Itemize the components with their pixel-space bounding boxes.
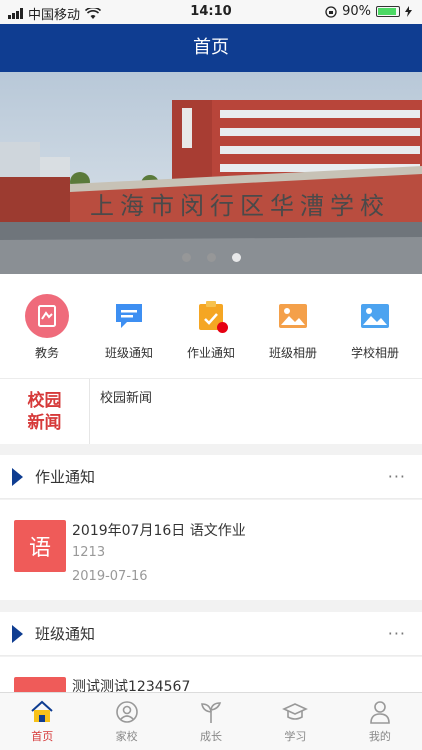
- tab-label: 首页: [31, 730, 54, 743]
- status-bar: 中国移动 14:10 90%: [0, 0, 422, 24]
- new-badge: [217, 322, 228, 333]
- carousel-dot[interactable]: [206, 253, 216, 262]
- logo-line: 新闻: [27, 412, 62, 433]
- section-title: 班级通知: [35, 625, 96, 643]
- tab-growth[interactable]: 成长: [169, 693, 253, 750]
- homework-section-header: 作业通知 ···: [0, 455, 422, 499]
- page-title: 首页: [193, 37, 229, 58]
- sign-text: 上海市闵行区华漕学校: [90, 192, 390, 220]
- logo-line: 校园: [27, 390, 62, 411]
- growth-icon: [201, 702, 222, 723]
- teaching-affairs-icon: [25, 294, 69, 338]
- section-title: 作业通知: [35, 468, 96, 486]
- menu-item-label: 作业通知: [186, 346, 235, 360]
- homework-notice-icon: [189, 294, 233, 338]
- campus-news-text: 校园新闻: [100, 391, 153, 406]
- tab-label: 成长: [200, 730, 223, 743]
- orientation-lock-icon: [325, 5, 337, 18]
- class-notice-section-header: 班级通知 ···: [0, 612, 422, 656]
- item-date: 2019-07-16: [72, 569, 148, 584]
- nav-bar: 首页: [0, 24, 422, 72]
- class-notice-icon: [107, 294, 151, 338]
- menu-item-label: 教务: [34, 346, 59, 360]
- school-gate-photo: 上海市闵行区华漕学校: [0, 72, 422, 274]
- profile-icon: [370, 701, 390, 724]
- item-title: 2019年07月16日 语文作业: [72, 523, 246, 539]
- class-album-icon: [271, 294, 315, 338]
- battery-percent: 90%: [342, 4, 371, 19]
- school-album-icon: [353, 294, 397, 338]
- tab-label: 家校: [115, 730, 138, 743]
- tab-label: 我的: [368, 730, 391, 743]
- subject-thumbnail: 语: [14, 520, 66, 572]
- tab-label: 学习: [284, 730, 307, 743]
- tab-profile[interactable]: 我的: [338, 693, 422, 750]
- home-icon: [31, 700, 53, 722]
- quick-menu: 教务 班级通知 作业通知 班级相册 学校相册: [0, 274, 422, 378]
- menu-item-class-notice[interactable]: 班级通知: [88, 294, 170, 378]
- section-marker-icon: [12, 467, 23, 486]
- carousel-dot[interactable]: [181, 253, 191, 262]
- menu-item-teaching-affairs[interactable]: 教务: [6, 294, 88, 378]
- class-notice-list-item[interactable]: 测试测试1234567: [0, 657, 422, 697]
- menu-item-label: 班级相册: [268, 346, 317, 360]
- menu-item-homework-notice[interactable]: 作业通知: [170, 294, 252, 378]
- tab-home-school[interactable]: 家校: [84, 693, 168, 750]
- more-icon[interactable]: ···: [388, 624, 406, 643]
- menu-item-label: 班级通知: [104, 346, 153, 360]
- bottom-tab-bar: 首页 家校 成长 学习 我的: [0, 692, 422, 750]
- campus-news-logo: 校园 新闻: [0, 379, 90, 444]
- homework-list-item[interactable]: 语 2019年07月16日 语文作业 1213 2019-07-16: [0, 500, 422, 600]
- section-marker-icon: [12, 624, 23, 643]
- more-icon[interactable]: ···: [388, 467, 406, 486]
- tab-study[interactable]: 学习: [253, 693, 337, 750]
- banner-carousel[interactable]: 上海市闵行区华漕学校: [0, 72, 422, 274]
- charging-icon: [405, 6, 412, 17]
- home-school-icon: [115, 701, 138, 723]
- battery-icon: [376, 6, 400, 17]
- study-icon: [282, 703, 309, 720]
- menu-item-school-album[interactable]: 学校相册: [334, 294, 416, 378]
- carousel-dot-active[interactable]: [231, 253, 241, 262]
- campus-news-section[interactable]: 校园 新闻 校园新闻: [0, 378, 422, 444]
- item-subtitle: 1213: [72, 545, 106, 560]
- menu-item-class-album[interactable]: 班级相册: [252, 294, 334, 378]
- carousel-indicator: [0, 253, 422, 262]
- menu-item-label: 学校相册: [350, 346, 399, 360]
- tab-home[interactable]: 首页: [0, 693, 84, 750]
